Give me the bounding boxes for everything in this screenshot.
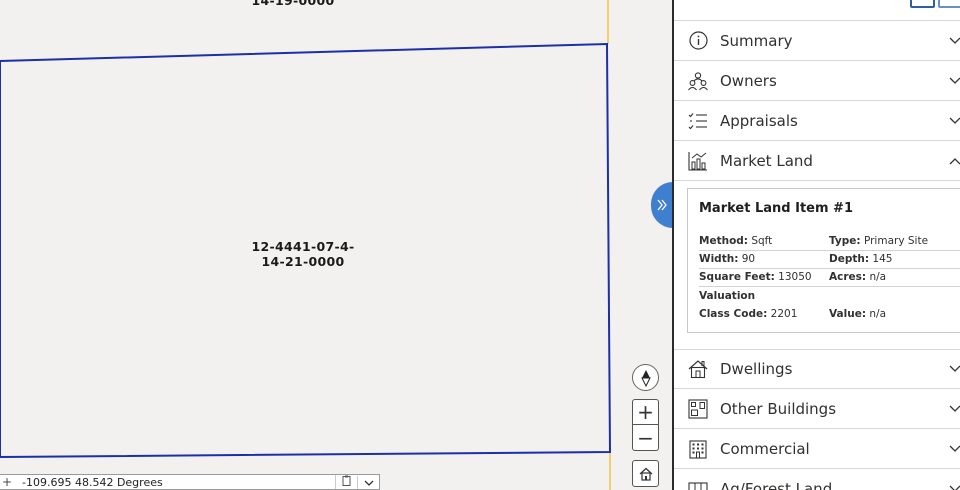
section-other-buildings[interactable]: Other Buildings [674, 389, 960, 429]
map-view[interactable]: 14-19-0000 12-4441-07-4- 14-21-0000 + − … [0, 0, 672, 490]
chevron-down-icon [945, 111, 960, 131]
chevron-down-icon [945, 359, 960, 379]
section-market-land-label: Market Land [720, 151, 813, 170]
section-owners-label: Owners [720, 71, 777, 90]
office-building-icon [687, 438, 709, 460]
section-market-land[interactable]: Market Land [674, 141, 960, 181]
chart-icon [687, 150, 709, 172]
chevron-down-icon [945, 399, 960, 419]
crosshair-icon: + [1, 475, 13, 489]
section-owners[interactable]: Owners [674, 61, 960, 101]
panel-alt-view-button[interactable] [938, 0, 960, 8]
home-icon [639, 467, 652, 481]
grid-icon [687, 478, 709, 490]
section-summary[interactable]: Summary [674, 21, 960, 61]
minus-icon: − [637, 425, 654, 450]
copy-coordinates-button[interactable] [335, 475, 357, 489]
parcel-details-panel: Summary Owners Appraisals Market Land Ma… [672, 0, 960, 490]
buildings-icon [687, 398, 709, 420]
chevron-up-icon [945, 151, 960, 171]
zoom-in-button[interactable]: + [632, 399, 659, 425]
parcel-main-label-line1: 12-4441-07-4- [251, 239, 355, 254]
zoom-out-button[interactable]: − [632, 425, 659, 451]
valuation-heading: Valuation [699, 290, 756, 302]
acres-value: n/a [869, 271, 887, 283]
class-code-label: Class Code: [699, 308, 768, 320]
owners-icon [687, 70, 709, 92]
section-ag-forest-land[interactable]: Ag/Forest Land [674, 469, 960, 490]
type-value: Primary Site [863, 235, 929, 247]
width-value: 90 [741, 253, 756, 265]
square-feet-value: 13050 [778, 271, 812, 283]
section-commercial[interactable]: Commercial [674, 429, 960, 469]
section-commercial-label: Commercial [720, 439, 810, 458]
house-icon [687, 358, 709, 380]
clipboard-icon [342, 475, 351, 486]
chevron-down-icon [945, 71, 960, 91]
detail-row: Class Code: 2201 Value: n/a [699, 306, 960, 324]
checklist-icon [687, 110, 709, 132]
chevron-down-icon [364, 480, 373, 486]
type-label: Type: [829, 235, 861, 247]
detail-row: Method: Sqft Type: Primary Site [699, 233, 960, 251]
section-other-buildings-label: Other Buildings [720, 399, 837, 418]
class-code-value: 2201 [770, 308, 798, 320]
value-label: Value: [829, 308, 867, 320]
depth-value: 145 [872, 253, 893, 265]
chevron-down-icon [945, 31, 960, 51]
chevron-down-icon [945, 439, 960, 459]
method-label: Method: [699, 235, 748, 247]
panel-view-button[interactable] [910, 0, 935, 8]
acres-label: Acres: [829, 271, 867, 283]
coordinate-text: -109.695 48.542 Degrees [22, 475, 163, 489]
section-appraisals[interactable]: Appraisals [674, 101, 960, 141]
parcel-main-label-line2: 14-21-0000 [261, 254, 345, 269]
market-land-item-title: Market Land Item #1 [699, 201, 853, 216]
method-value: Sqft [751, 235, 773, 247]
detail-row: Width: 90 Depth: 145 [699, 251, 960, 269]
value-value: n/a [869, 308, 887, 320]
section-summary-label: Summary [720, 31, 793, 50]
coordinate-readout: + -109.695 48.542 Degrees [0, 474, 380, 490]
section-dwellings[interactable]: Dwellings [674, 349, 960, 389]
detail-row: Square Feet: 13050 Acres: n/a [699, 269, 960, 287]
plus-icon: + [637, 400, 654, 424]
parcel-main-label: 12-4441-07-4- 14-21-0000 [228, 239, 378, 269]
compass-button[interactable] [632, 364, 659, 391]
square-feet-label: Square Feet: [699, 271, 775, 283]
section-ag-forest-land-label: Ag/Forest Land [720, 480, 833, 490]
detail-row: Valuation [699, 288, 960, 306]
market-land-content: Market Land Item #1 Method: Sqft Type: P… [674, 181, 960, 349]
market-land-item-card: Market Land Item #1 Method: Sqft Type: P… [687, 188, 960, 333]
depth-label: Depth: [829, 253, 870, 265]
parcel-top-label: 14-19-0000 [251, 0, 335, 8]
info-icon [687, 30, 709, 52]
double-chevron-right-icon [657, 199, 667, 211]
compass-icon [640, 369, 651, 387]
home-button[interactable] [632, 460, 659, 487]
width-label: Width: [699, 253, 739, 265]
coordinate-format-dropdown[interactable] [357, 475, 379, 489]
section-appraisals-label: Appraisals [720, 111, 798, 130]
panel-toolbar [674, 0, 960, 21]
section-dwellings-label: Dwellings [720, 360, 793, 378]
chevron-down-icon [945, 479, 960, 490]
